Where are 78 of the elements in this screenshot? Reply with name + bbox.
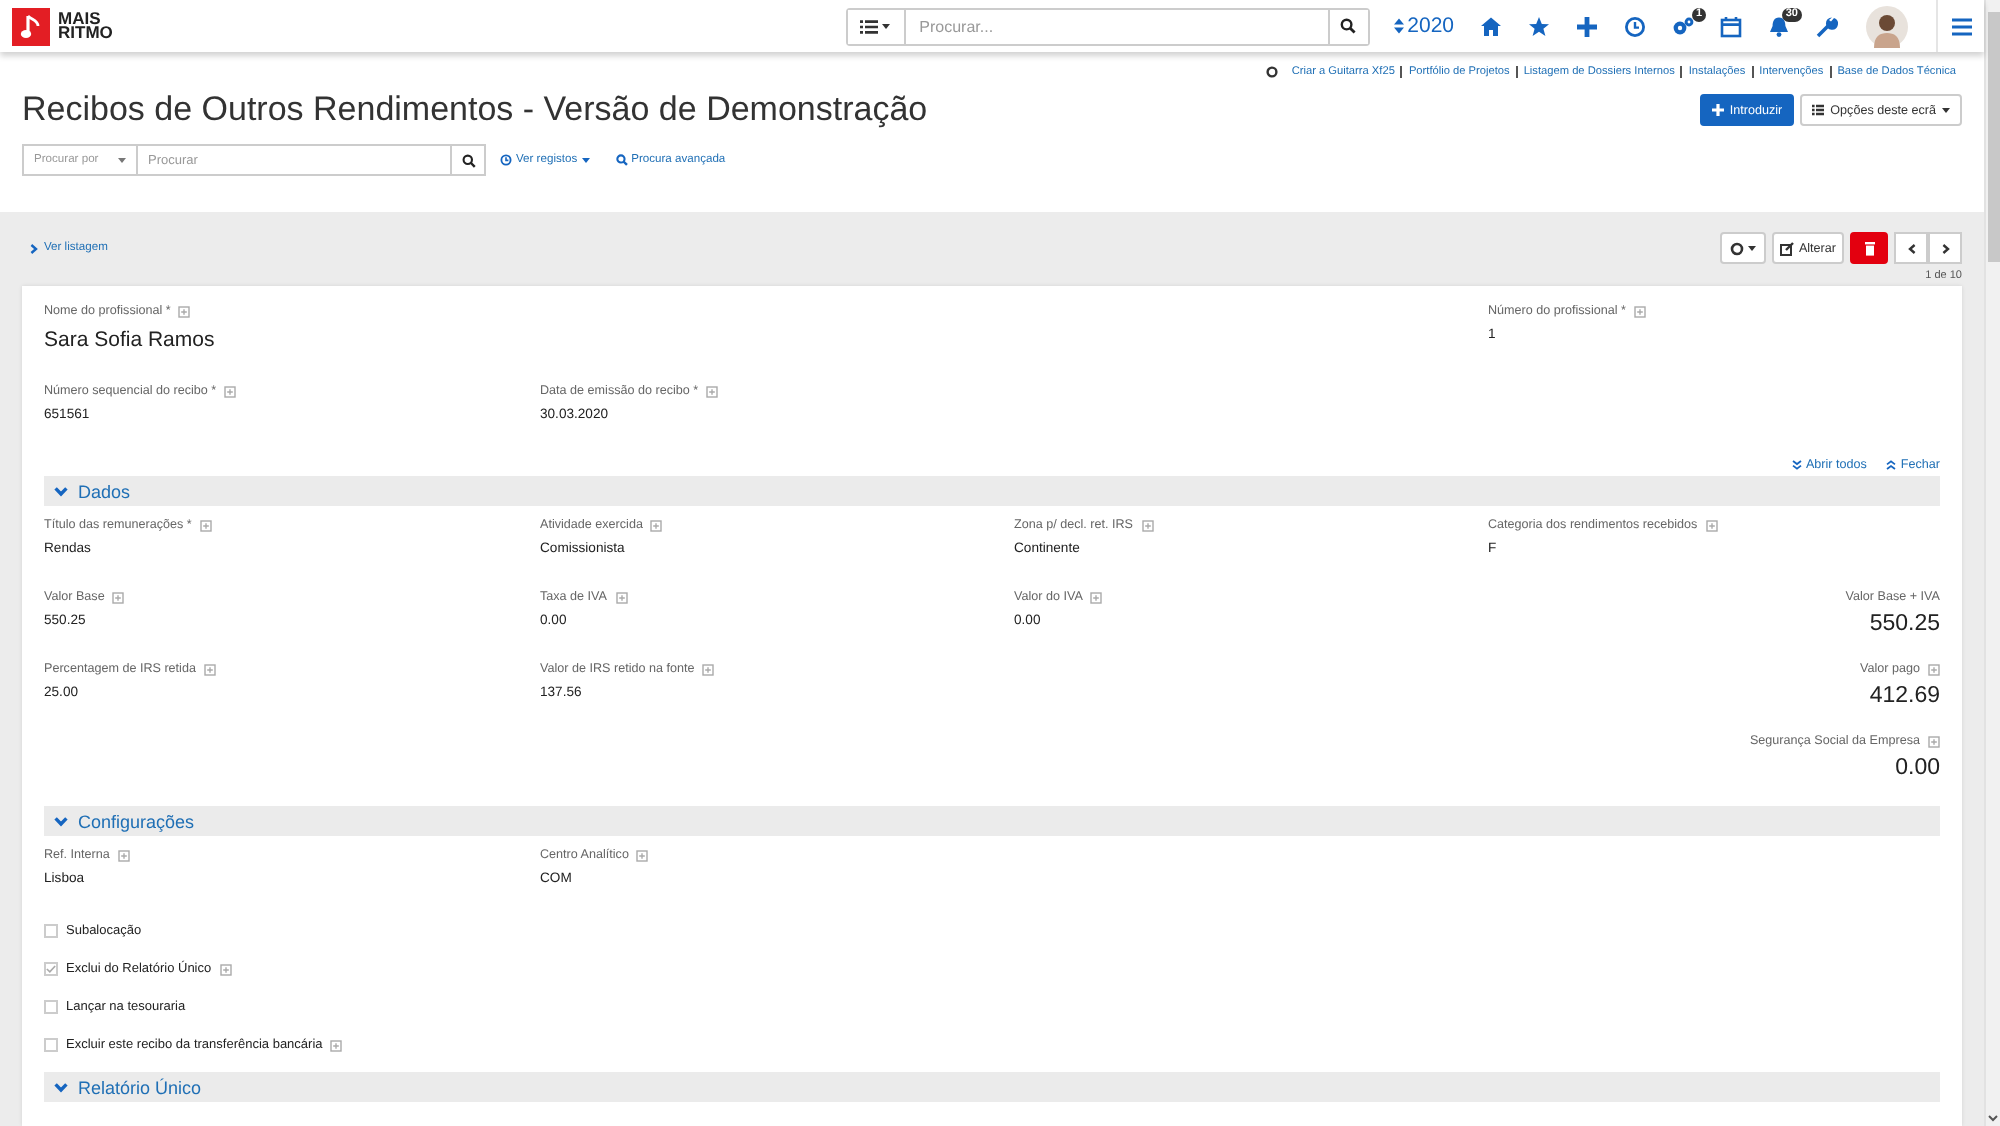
check-icon [46, 964, 56, 974]
bell-icon[interactable] [1768, 15, 1790, 37]
plus-icon [1711, 104, 1724, 116]
field-value: 412.69 [1869, 684, 1940, 708]
chevron-down-icon [54, 815, 68, 827]
checkbox[interactable] [44, 1000, 58, 1014]
home-icon[interactable] [1480, 15, 1502, 37]
chevron-down-icon [54, 1081, 68, 1093]
field-value: Sara Sofia Ramos [44, 328, 217, 352]
plus-icon[interactable] [1576, 15, 1598, 37]
plus-square-icon[interactable] [117, 849, 130, 861]
menu-icon [1952, 17, 1972, 35]
star-icon[interactable] [1528, 15, 1550, 37]
plus-square-icon[interactable] [203, 663, 216, 675]
plus-square-icon[interactable] [1928, 663, 1940, 675]
plus-square-icon[interactable] [1633, 305, 1646, 317]
plus-square-icon[interactable] [1705, 519, 1718, 531]
chevron-right-icon [30, 243, 38, 253]
avatar[interactable] [1866, 5, 1908, 47]
caret-icon [1748, 245, 1757, 251]
caret-icon [1942, 107, 1950, 113]
checkbox[interactable] [44, 1038, 58, 1052]
edit-icon [1780, 241, 1795, 255]
plus-square-icon[interactable] [706, 385, 719, 397]
zoom-icon [615, 154, 628, 166]
trash-icon [1863, 241, 1875, 255]
search-icon [1340, 18, 1357, 34]
section-header[interactable]: Relatório Único [44, 1072, 1940, 1102]
year-selector[interactable]: 2020 [1393, 14, 1454, 38]
plus-square-icon[interactable] [650, 519, 663, 531]
chevron-down-icon [54, 485, 68, 497]
scrollbar[interactable] [1984, 0, 2000, 1126]
delete-button[interactable] [1850, 232, 1888, 264]
search-button[interactable] [452, 144, 486, 176]
logo-text: MAIS [58, 11, 101, 26]
list-icon [860, 19, 879, 33]
plus-square-icon[interactable] [219, 963, 232, 975]
field-value: 0.00 [1895, 756, 1940, 780]
plus-square-icon[interactable] [702, 663, 715, 675]
music-note-icon [20, 13, 42, 39]
next-button[interactable] [1928, 232, 1962, 264]
actions-dropdown[interactable] [1720, 232, 1767, 264]
checkbox[interactable] [44, 962, 58, 976]
plus-square-icon[interactable] [112, 591, 125, 603]
plus-square-icon[interactable] [330, 1039, 343, 1051]
list-icon [1812, 104, 1825, 116]
previous-button[interactable] [1894, 232, 1928, 264]
checkbox[interactable] [44, 924, 58, 938]
page-title: Recibos de Outros Rendimentos - Versão de Demonstração [22, 88, 930, 132]
calendar-icon[interactable] [1720, 15, 1742, 37]
double-chevron-down-icon [1791, 460, 1802, 470]
caret-icon [882, 23, 891, 29]
list-menu-button[interactable] [847, 9, 906, 43]
field-value: 550.25 [1869, 612, 1940, 636]
plus-square-icon[interactable] [1141, 519, 1153, 531]
plus-square-icon[interactable] [636, 849, 649, 861]
wrench-icon[interactable] [1816, 15, 1838, 37]
section-header[interactable]: Configurações [44, 806, 1940, 836]
plus-square-icon[interactable] [1928, 735, 1940, 747]
chevron-right-icon [1941, 243, 1949, 253]
plus-square-icon[interactable] [224, 385, 237, 397]
chevron-left-icon [1907, 243, 1915, 253]
logo-text: RITMO [58, 26, 113, 41]
clock-icon [500, 154, 512, 166]
sort-icon [1393, 18, 1404, 34]
plus-square-icon[interactable] [178, 305, 191, 317]
caret-icon [118, 157, 126, 163]
plus-square-icon[interactable] [615, 591, 627, 603]
plus-square-icon[interactable] [199, 519, 212, 531]
search-button[interactable] [1327, 9, 1368, 43]
search-icon [461, 153, 475, 167]
plus-square-icon[interactable] [1090, 591, 1103, 603]
clock-icon[interactable] [1624, 15, 1646, 37]
double-chevron-up-icon [1886, 460, 1897, 470]
search-bar[interactable]: Procurar... [845, 7, 1370, 45]
caret-icon [581, 157, 590, 163]
chevron-down-icon[interactable] [1988, 1114, 1998, 1122]
section-header[interactable]: Dados [44, 476, 1940, 506]
